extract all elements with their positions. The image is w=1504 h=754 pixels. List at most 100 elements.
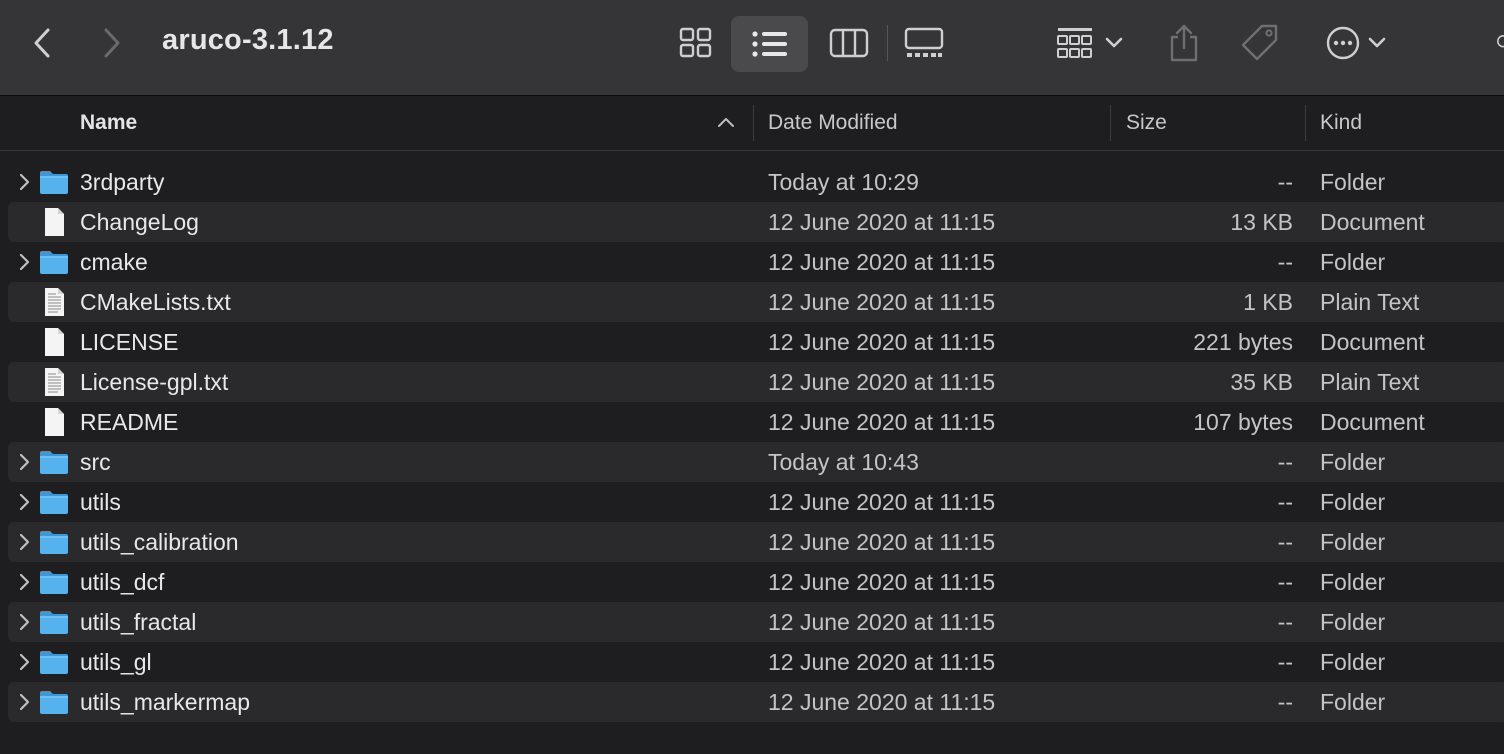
file-size: --	[1277, 449, 1293, 475]
file-size: --	[1277, 609, 1293, 635]
folder-icon	[38, 246, 70, 278]
file-row[interactable]: cmake 12 June 2020 at 11:15 -- Folder	[0, 242, 1504, 282]
tag-button[interactable]	[1234, 16, 1286, 70]
file-row[interactable]: utils_dcf 12 June 2020 at 11:15 -- Folder	[0, 562, 1504, 602]
icon-view-button[interactable]	[668, 16, 724, 70]
folder-icon	[38, 486, 70, 518]
file-kind: Plain Text	[1320, 289, 1420, 315]
file-row[interactable]: utils_fractal 12 June 2020 at 11:15 -- Fold…	[0, 602, 1504, 642]
disclosure-chevron-icon[interactable]	[14, 252, 34, 272]
file-row[interactable]: ChangeLog 12 June 2020 at 11:15 13 KB Docum…	[0, 202, 1504, 242]
list-view-button[interactable]	[731, 16, 808, 72]
file-size: --	[1277, 489, 1293, 515]
disclosure-chevron-icon[interactable]	[14, 612, 34, 632]
folder-icon	[38, 686, 70, 718]
column-separator[interactable]	[1110, 105, 1111, 141]
folder-icon	[38, 646, 70, 678]
grid-icon	[679, 27, 712, 58]
file-name: utils_dcf	[80, 569, 165, 595]
ellipsis-icon	[1326, 26, 1360, 60]
file-date-modified: 12 June 2020 at 11:15	[768, 249, 996, 275]
column-date-header[interactable]: Date Modified	[768, 97, 898, 151]
file-size: 1 KB	[1243, 289, 1293, 315]
folder-icon	[38, 166, 70, 198]
back-button[interactable]	[22, 22, 62, 64]
file-kind: Document	[1320, 409, 1425, 435]
file-date-modified: 12 June 2020 at 11:15	[768, 209, 996, 235]
file-kind: Document	[1320, 209, 1425, 235]
share-button[interactable]	[1160, 14, 1208, 72]
file-name: ChangeLog	[80, 209, 199, 235]
file-kind: Folder	[1320, 529, 1386, 555]
disclosure-chevron-icon[interactable]	[14, 172, 34, 192]
disclosure-chevron-icon[interactable]	[14, 572, 34, 592]
file-row[interactable]: 3rdparty Today at 10:29 -- Folder	[0, 162, 1504, 202]
file-row[interactable]: LICENSE 12 June 2020 at 11:15 221 bytes Doc…	[0, 322, 1504, 362]
group-button[interactable]	[1048, 16, 1132, 70]
file-row[interactable]: License-gpl.txt 12 June 2020 at 11:15 35 K…	[0, 362, 1504, 402]
file-kind: Folder	[1320, 569, 1386, 595]
disclosure-chevron-icon[interactable]	[14, 652, 34, 672]
file-date-modified: 12 June 2020 at 11:15	[768, 569, 996, 595]
file-name: utils_calibration	[80, 529, 239, 555]
file-kind: Folder	[1320, 609, 1386, 635]
file-date-modified: 12 June 2020 at 11:15	[768, 329, 996, 355]
file-size: 35 KB	[1230, 369, 1293, 395]
file-date-modified: Today at 10:43	[768, 449, 919, 475]
file-kind: Folder	[1320, 489, 1386, 515]
gallery-view-button[interactable]	[896, 16, 952, 70]
disclosure-chevron-icon[interactable]	[14, 492, 34, 512]
file-name: LICENSE	[80, 329, 179, 355]
file-date-modified: 12 June 2020 at 11:15	[768, 649, 996, 675]
column-view-button[interactable]	[820, 16, 878, 70]
column-separator[interactable]	[753, 105, 754, 141]
search-button[interactable]	[1490, 22, 1504, 64]
share-icon	[1170, 24, 1198, 62]
folder-icon	[38, 526, 70, 558]
file-size: 221 bytes	[1193, 329, 1293, 355]
file-name: utils_fractal	[80, 609, 197, 635]
file-date-modified: 12 June 2020 at 11:15	[768, 409, 996, 435]
file-name: License-gpl.txt	[80, 369, 229, 395]
file-row[interactable]: utils_gl 12 June 2020 at 11:15 -- Folder	[0, 642, 1504, 682]
file-name: CMakeLists.txt	[80, 289, 231, 315]
file-size: --	[1277, 689, 1293, 715]
file-kind: Folder	[1320, 649, 1386, 675]
file-name: utils_gl	[80, 649, 152, 675]
file-row[interactable]: CMakeLists.txt 12 June 2020 at 11:15 1 KB P…	[0, 282, 1504, 322]
document-icon	[38, 326, 70, 358]
file-row[interactable]: utils 12 June 2020 at 11:15 -- Folder	[0, 482, 1504, 522]
file-name: cmake	[80, 249, 148, 275]
file-row[interactable]: utils_calibration 12 June 2020 at 11:15 --…	[0, 522, 1504, 562]
disclosure-chevron-icon[interactable]	[14, 532, 34, 552]
column-size-header[interactable]: Size	[1126, 97, 1167, 151]
search-icon	[1497, 35, 1504, 48]
forward-button[interactable]	[92, 22, 132, 64]
column-kind-header[interactable]: Kind	[1320, 97, 1362, 151]
file-date-modified: 12 June 2020 at 11:15	[768, 609, 996, 635]
tag-icon	[1241, 24, 1278, 61]
column-header: Name Date Modified Size Kind	[0, 97, 1504, 151]
file-row[interactable]: utils_markermap 12 June 2020 at 11:15 -- Fo…	[0, 682, 1504, 722]
file-kind: Folder	[1320, 169, 1386, 195]
column-name-header[interactable]: Name	[80, 97, 740, 151]
gallery-icon	[904, 27, 944, 57]
file-name: README	[80, 409, 179, 435]
columns-icon	[829, 28, 869, 58]
file-size: --	[1277, 249, 1293, 275]
chevron-down-icon	[1368, 37, 1386, 48]
toolbar-divider	[887, 25, 888, 61]
sort-ascending-icon[interactable]	[716, 115, 736, 129]
disclosure-chevron-icon[interactable]	[14, 692, 34, 712]
file-kind: Folder	[1320, 249, 1386, 275]
file-row[interactable]: README 12 June 2020 at 11:15 107 bytes Docu…	[0, 402, 1504, 442]
more-actions-button[interactable]	[1318, 16, 1394, 70]
disclosure-chevron-icon[interactable]	[14, 452, 34, 472]
column-separator[interactable]	[1305, 105, 1306, 141]
file-row[interactable]: src Today at 10:43 -- Folder	[0, 442, 1504, 482]
file-size: 107 bytes	[1193, 409, 1293, 435]
file-name: utils	[80, 489, 121, 515]
file-date-modified: 12 June 2020 at 11:15	[768, 369, 996, 395]
text-file-icon	[38, 366, 70, 398]
file-size: 13 KB	[1230, 209, 1293, 235]
